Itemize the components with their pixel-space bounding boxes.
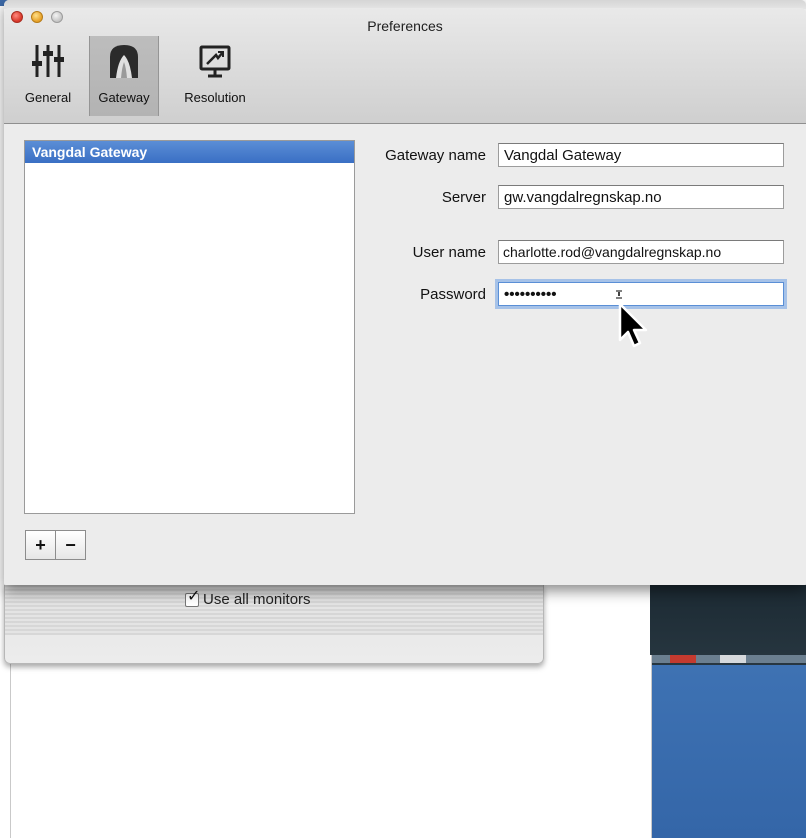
list-item[interactable]: Vangdal Gateway xyxy=(25,141,354,163)
gateway-list[interactable]: Vangdal Gateway xyxy=(24,140,355,514)
add-gateway-button[interactable]: + xyxy=(26,531,55,559)
use-all-monitors-label: Use all monitors xyxy=(203,591,311,608)
checkmark-icon: ✓ xyxy=(187,587,201,605)
mouse-pointer-icon xyxy=(612,290,652,357)
sliders-icon xyxy=(31,36,65,86)
password-label: Password xyxy=(420,286,486,303)
toolbar-resolution-label: Resolution xyxy=(184,90,246,105)
toolbar-general-label: General xyxy=(24,90,72,105)
gateway-tunnel-icon xyxy=(107,36,141,86)
use-all-monitors-checkbox[interactable]: ✓ xyxy=(185,588,200,607)
toolbar-resolution[interactable]: Resolution xyxy=(176,36,254,116)
toolbar-gateway[interactable]: Gateway xyxy=(89,36,159,116)
background-window-pane xyxy=(10,655,652,838)
server-field[interactable] xyxy=(498,185,784,209)
toolbar-gateway-label: Gateway xyxy=(98,90,150,105)
gateway-name-label: Gateway name xyxy=(385,147,486,164)
remove-gateway-button[interactable]: − xyxy=(55,531,85,559)
add-remove-buttons: + − xyxy=(25,530,86,560)
toolbar-general[interactable]: General xyxy=(16,36,80,116)
user-name-field[interactable] xyxy=(498,240,784,264)
window-title: Preferences xyxy=(367,18,443,34)
preferences-window: Preferences General Gateway Resolution V… xyxy=(4,0,806,585)
background-dock xyxy=(650,655,806,663)
user-name-label: User name xyxy=(412,244,486,261)
gateway-name-field[interactable] xyxy=(498,143,784,167)
background-sheet: ✓ Use all monitors xyxy=(4,585,544,664)
use-all-monitors-option[interactable]: ✓ Use all monitors xyxy=(185,588,311,608)
background-blue-panel xyxy=(650,665,806,838)
display-presentation-icon xyxy=(198,36,232,86)
server-label: Server xyxy=(441,189,486,206)
